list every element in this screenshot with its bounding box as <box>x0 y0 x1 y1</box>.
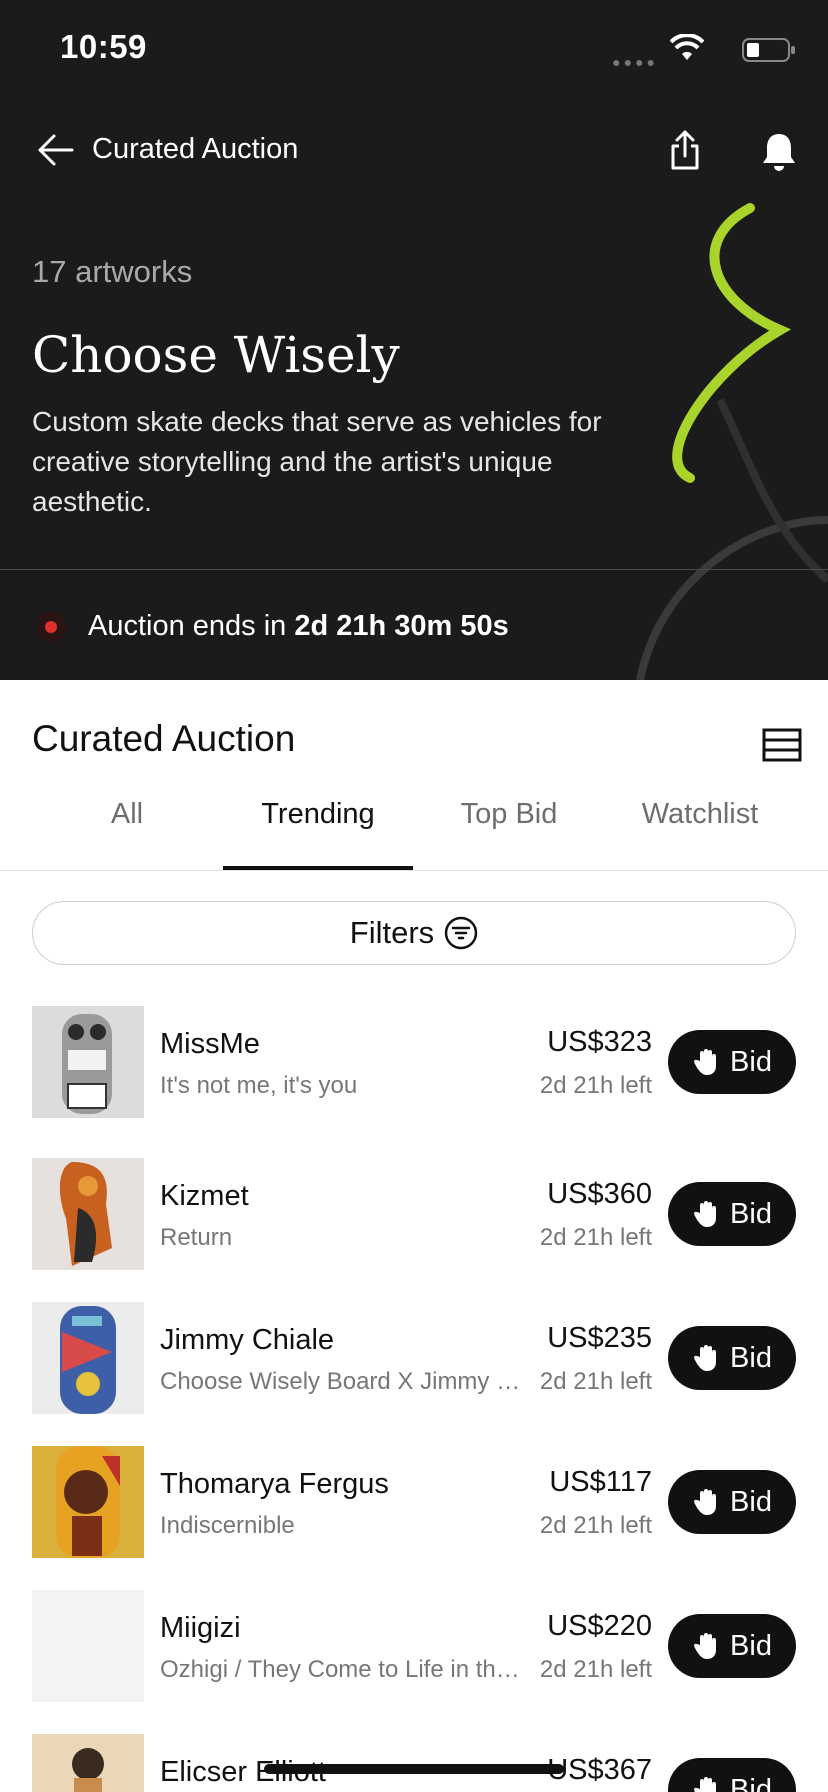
list-view-icon[interactable] <box>762 728 802 762</box>
time-left: 2d 21h left <box>539 1656 652 1683</box>
bid-label: Bid <box>730 1341 772 1374</box>
hand-icon <box>694 1049 717 1075</box>
hand-icon <box>694 1201 717 1227</box>
hand-icon <box>694 1633 717 1659</box>
tab-top-bid[interactable]: Top Bid <box>414 798 604 831</box>
back-arrow-icon[interactable] <box>36 132 76 168</box>
lot-row[interactable]: Jimmy Chiale Choose Wisely Board X Jimmy… <box>0 1302 828 1432</box>
hand-icon <box>694 1777 717 1792</box>
artist-name: MissMe <box>160 1028 260 1060</box>
artwork-title: Indiscernible <box>160 1512 295 1539</box>
lot-row[interactable]: Elicser Elliott US$367 Bid <box>0 1734 828 1792</box>
bell-icon[interactable] <box>760 130 798 172</box>
countdown-prefix: Auction ends in <box>88 610 295 642</box>
cellular-signal-icon: ●●●● <box>612 54 658 70</box>
bid-label: Bid <box>730 1045 772 1078</box>
auction-description: Custom skate decks that serve as vehicle… <box>32 406 602 517</box>
divider <box>0 569 828 570</box>
nav-title: Curated Auction <box>92 133 299 165</box>
bid-button[interactable]: Bid <box>668 1030 796 1094</box>
countdown-value: 2d 21h 30m 50s <box>294 610 509 642</box>
share-icon[interactable] <box>668 128 702 172</box>
artwork-thumbnail[interactable] <box>32 1734 144 1792</box>
current-bid: US$117 <box>549 1466 652 1498</box>
section-title: Curated Auction <box>32 718 296 759</box>
filters-label: Filters <box>349 915 435 950</box>
time-left: 2d 21h left <box>539 1512 652 1539</box>
decorative-artwork <box>636 203 828 680</box>
wifi-icon <box>670 34 704 60</box>
bid-button[interactable]: Bid <box>668 1182 796 1246</box>
status-time: 10:59 <box>60 28 147 65</box>
artwork-thumbnail[interactable] <box>32 1302 144 1414</box>
artist-name: Thomarya Fergus <box>160 1468 389 1500</box>
lot-row[interactable]: Thomarya Fergus Indiscernible US$117 2d … <box>0 1446 828 1576</box>
hand-icon <box>694 1345 717 1371</box>
auction-header: 10:59 ●●●● Curated Auction 17 artworks C… <box>0 0 828 680</box>
artist-name: Jimmy Chiale <box>160 1324 335 1356</box>
lot-row[interactable]: MissMe It's not me, it's you US$323 2d 2… <box>0 1006 828 1136</box>
current-bid: US$360 <box>547 1178 652 1210</box>
artist-name: Miigizi <box>160 1612 241 1644</box>
artwork-title: Return <box>160 1224 233 1251</box>
tab-bar: All Trending Top Bid Watchlist <box>0 790 828 871</box>
bid-button[interactable]: Bid <box>668 1614 796 1678</box>
time-left: 2d 21h left <box>539 1368 652 1395</box>
active-tab-indicator <box>223 866 413 870</box>
time-left: 2d 21h left <box>539 1072 652 1099</box>
hand-icon <box>694 1489 717 1515</box>
artwork-title: Choose Wisely Board X Jimmy Chiale <box>160 1368 530 1395</box>
tab-all[interactable]: All <box>32 798 222 831</box>
time-left: 2d 21h left <box>539 1224 652 1251</box>
artwork-thumbnail[interactable] <box>32 1590 144 1702</box>
auction-title: Choose Wisely <box>32 326 400 384</box>
current-bid: US$235 <box>547 1322 652 1354</box>
bid-label: Bid <box>730 1197 772 1230</box>
artwork-thumbnail[interactable] <box>32 1006 144 1118</box>
auction-countdown: Auction ends in 2d 21h 30m 50s <box>88 610 509 643</box>
lot-row[interactable]: Kizmet Return US$360 2d 21h left Bid <box>0 1158 828 1288</box>
artwork-title: Ozhigi / They Come to Life in the Spring <box>160 1656 522 1683</box>
artist-name: Kizmet <box>160 1180 249 1212</box>
filters-button[interactable]: Filters <box>32 901 796 965</box>
artwork-thumbnail[interactable] <box>32 1446 144 1558</box>
bid-label: Bid <box>730 1629 772 1662</box>
bid-label: Bid <box>730 1773 772 1792</box>
artwork-count: 17 artworks <box>32 254 193 289</box>
filter-icon <box>444 916 478 950</box>
artwork-title: It's not me, it's you <box>160 1072 358 1099</box>
artwork-thumbnail[interactable] <box>32 1158 144 1270</box>
tab-watchlist[interactable]: Watchlist <box>605 798 795 831</box>
home-indicator[interactable] <box>264 1764 564 1774</box>
bid-button[interactable]: Bid <box>668 1326 796 1390</box>
tab-trending[interactable]: Trending <box>223 798 413 831</box>
status-indicators: ●●●● <box>596 34 796 70</box>
bid-button[interactable]: Bid <box>668 1470 796 1534</box>
lot-row[interactable]: Miigizi Ozhigi / They Come to Life in th… <box>0 1590 828 1720</box>
current-bid: US$220 <box>547 1610 652 1642</box>
bid-label: Bid <box>730 1485 772 1518</box>
bid-button[interactable]: Bid <box>668 1758 796 1792</box>
live-indicator-icon <box>36 612 66 642</box>
battery-icon <box>742 38 795 62</box>
current-bid: US$323 <box>547 1026 652 1058</box>
